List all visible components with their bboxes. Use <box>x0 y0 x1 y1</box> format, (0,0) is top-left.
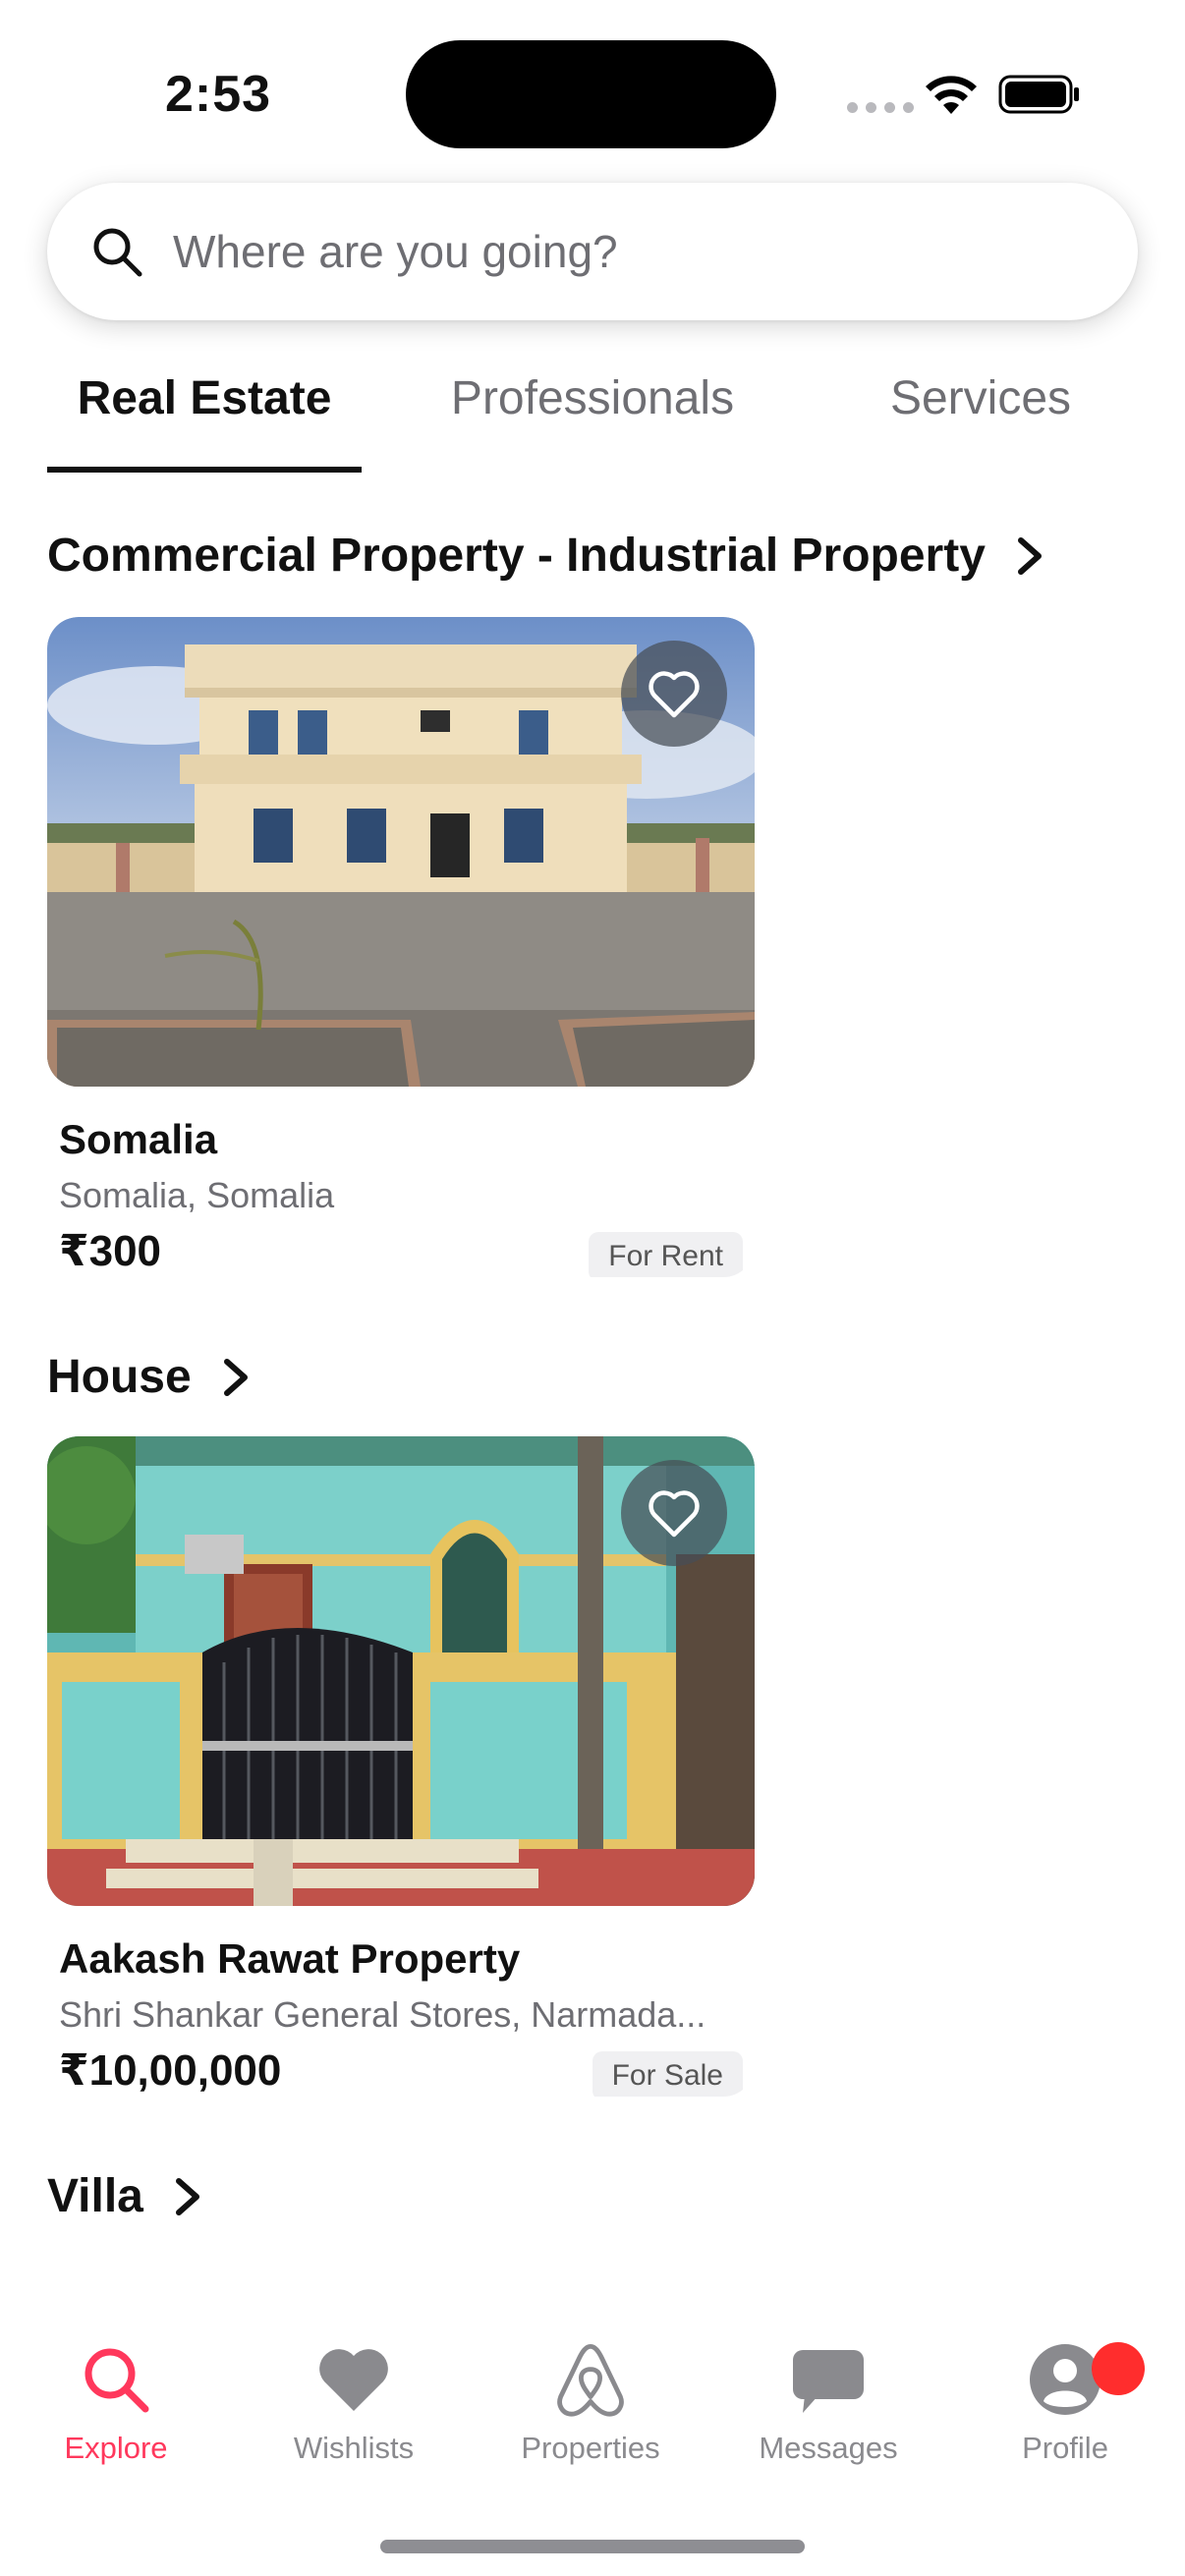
tab-professionals[interactable]: Professionals <box>435 371 750 470</box>
house-photo[interactable] <box>47 1436 755 1906</box>
section-header-villa[interactable]: Villa <box>47 2169 202 2223</box>
tabbar-wishlists[interactable]: Wishlists <box>255 2340 452 2466</box>
tabbar-label: Profile <box>1022 2431 1108 2465</box>
tabbar-label: Messages <box>759 2431 898 2465</box>
dynamic-island <box>406 40 776 148</box>
tab-label: Services <box>889 372 1072 424</box>
heart-icon <box>319 2349 388 2411</box>
tabbar-label: Properties <box>521 2431 660 2465</box>
tabbar-properties[interactable]: Properties <box>492 2340 689 2466</box>
property-price: ₹10,00,000 <box>59 2046 282 2095</box>
chat-bubble-icon <box>793 2350 864 2413</box>
section-title: Commercial Property - Industrial Propert… <box>47 530 986 582</box>
person-icon <box>1030 2344 1100 2415</box>
section-header-commercial[interactable]: Commercial Property - Industrial Propert… <box>47 529 1044 583</box>
listing-type-badge: For Sale <box>592 2051 743 2097</box>
property-card[interactable]: Somalia Somalia, Somalia ₹300 For Rent <box>47 617 755 1277</box>
tabbar-label: Explore <box>64 2431 168 2465</box>
explore-screen: 2:53 Real Estate Professionals Services <box>0 0 1185 2576</box>
search-bar[interactable] <box>47 183 1138 320</box>
active-tab-indicator <box>47 467 362 473</box>
property-location: Somalia, Somalia <box>59 1175 335 1215</box>
airbnb-logo-icon <box>557 2344 624 2417</box>
tabbar-label: Wishlists <box>293 2431 415 2465</box>
cellular-signal-icon <box>847 102 914 113</box>
favorite-button[interactable] <box>621 641 727 747</box>
chevron-right-icon <box>1017 536 1042 575</box>
notification-badge <box>1092 2342 1145 2395</box>
tab-label: Professionals <box>450 372 735 424</box>
chevron-right-icon <box>175 2177 199 2215</box>
heart-outline-icon <box>649 671 700 718</box>
heart-outline-icon <box>649 1490 700 1538</box>
listing-type-badge: For Rent <box>589 1232 743 1277</box>
status-time: 2:53 <box>165 66 272 123</box>
section-title: House <box>47 1351 192 1403</box>
section-title: Villa <box>47 2170 143 2222</box>
tabbar-messages[interactable]: Messages <box>730 2340 927 2466</box>
favorite-button[interactable] <box>621 1460 727 1566</box>
tab-real-estate[interactable]: Real Estate <box>47 371 362 470</box>
section-header-house[interactable]: House <box>47 1350 251 1404</box>
property-price: ₹300 <box>59 1227 162 1275</box>
search-input[interactable] <box>173 225 1038 278</box>
property-card[interactable]: Aakash Rawat Property Shri Shankar Gener… <box>47 1436 755 2097</box>
category-tabs: Real Estate Professionals Services <box>47 371 1138 474</box>
search-icon <box>85 2348 149 2413</box>
search-icon <box>93 228 142 277</box>
property-location: Shri Shankar General Stores, Narmada... <box>59 1994 706 2035</box>
bottom-tab-bar: Explore Wishlists Properties Messages Pr… <box>0 2319 1185 2576</box>
tabbar-explore[interactable]: Explore <box>18 2340 214 2466</box>
property-title: Aakash Rawat Property <box>59 1935 521 1982</box>
property-title: Somalia <box>59 1116 218 1162</box>
chevron-right-icon <box>223 1358 248 1396</box>
battery-icon <box>998 75 1079 114</box>
tab-services[interactable]: Services <box>823 371 1138 470</box>
home-indicator[interactable] <box>380 2540 805 2553</box>
building-photo[interactable] <box>47 617 755 1087</box>
tab-label: Real Estate <box>77 372 332 424</box>
wifi-icon <box>926 76 977 114</box>
